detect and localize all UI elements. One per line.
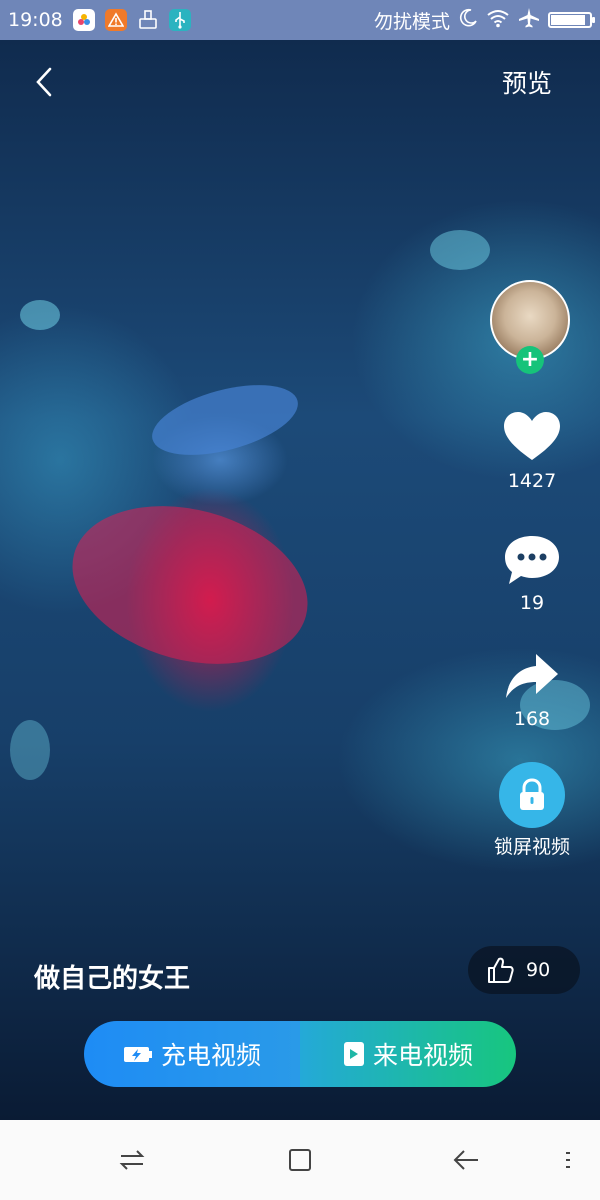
nav-back-button[interactable] — [446, 1144, 486, 1176]
heart-icon — [504, 412, 560, 460]
charge-video-button[interactable]: 充电视频 — [84, 1021, 300, 1087]
battery-icon — [548, 12, 595, 28]
comment-icon — [505, 536, 559, 584]
home-button[interactable] — [280, 1144, 320, 1176]
menu-dots-icon — [566, 1152, 570, 1168]
warning-icon — [104, 9, 127, 31]
share-icon — [506, 654, 558, 698]
thumbs-up-icon — [488, 957, 514, 983]
airplane-icon — [518, 7, 540, 34]
moon-icon — [458, 8, 478, 33]
thumb-count: 90 — [526, 959, 551, 981]
video-title: 做自己的女王 — [34, 964, 191, 994]
lock-screen-video-button[interactable]: 锁屏视频 — [486, 762, 578, 859]
comment-button[interactable]: 19 — [486, 534, 578, 614]
lock-button-circle — [499, 762, 565, 828]
comment-count: 19 — [519, 592, 545, 614]
photos-app-icon — [72, 9, 95, 31]
call-video-label: 来电视频 — [372, 1041, 473, 1070]
switch-button[interactable] — [112, 1144, 152, 1176]
like-count: 1427 — [507, 470, 557, 492]
status-time: 19:08 — [8, 9, 63, 31]
share-count: 168 — [513, 708, 551, 730]
lock-screen-label: 锁屏视频 — [493, 836, 570, 858]
navigation-bar — [0, 1120, 600, 1200]
usb-icon — [168, 9, 191, 31]
battery-charge-icon — [123, 1047, 152, 1062]
status-bar: 19:08 勿扰模式 — [0, 0, 600, 40]
chevron-left-icon — [36, 67, 52, 97]
like-button[interactable]: 1427 — [486, 410, 578, 492]
preview-button[interactable]: 预览 — [502, 64, 552, 100]
phone-video-icon — [343, 1042, 364, 1066]
follow-button[interactable]: + — [516, 346, 544, 374]
back-arrow-icon — [453, 1150, 478, 1170]
action-bar: 充电视频 来电视频 — [84, 1021, 516, 1087]
dnd-mode-label: 勿扰模式 — [373, 10, 450, 33]
wifi-icon — [486, 8, 510, 33]
call-video-button[interactable]: 来电视频 — [300, 1021, 516, 1087]
cleaner-icon — [137, 9, 159, 31]
thumb-up-button[interactable]: 90 — [468, 946, 580, 994]
share-button[interactable]: 168 — [486, 652, 578, 730]
menu-button[interactable] — [548, 1144, 588, 1176]
plus-icon: + — [520, 347, 540, 372]
charge-video-label: 充电视频 — [160, 1041, 261, 1070]
lock-icon — [520, 778, 544, 810]
square-icon — [289, 1149, 311, 1171]
back-button[interactable] — [26, 62, 62, 102]
switch-arrows-icon — [119, 1150, 145, 1170]
